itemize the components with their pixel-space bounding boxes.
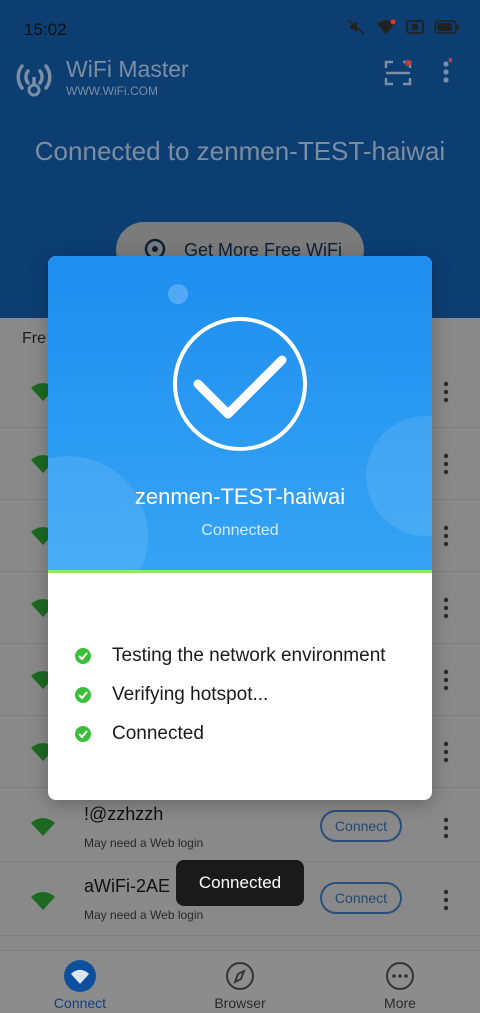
decor-bubble bbox=[366, 416, 432, 536]
media-icon bbox=[406, 19, 424, 40]
more-icon bbox=[386, 962, 414, 990]
wifi-master-logo-icon bbox=[16, 64, 52, 97]
overflow-menu-icon[interactable] bbox=[440, 58, 452, 86]
wifi-subtitle: May need a Web login bbox=[84, 908, 204, 922]
wifi-signal-icon bbox=[31, 892, 55, 910]
step-item: Connected bbox=[74, 714, 386, 753]
check-badge-icon bbox=[75, 686, 91, 703]
wifi-signal-icon bbox=[31, 818, 55, 836]
nav-connect-label: Connect bbox=[53, 995, 107, 1011]
connection-dialog: zenmen-TEST-haiwai Connected Testing the… bbox=[48, 256, 432, 800]
list-header: Fre bbox=[22, 330, 46, 347]
nav-more[interactable]: More bbox=[340, 951, 460, 1013]
dialog-ssid: zenmen-TEST-haiwai bbox=[134, 484, 346, 509]
nav-browser-label: Browser bbox=[214, 995, 266, 1011]
row-menu-icon[interactable] bbox=[440, 596, 452, 620]
connect-button[interactable]: Connect bbox=[320, 882, 402, 914]
toast-message: Connected bbox=[176, 860, 304, 906]
nav-connect[interactable]: Connect bbox=[20, 951, 140, 1013]
connection-steps: Testing the network environment Verifyin… bbox=[74, 636, 386, 753]
bottom-nav: Connect Browser More bbox=[0, 950, 480, 1013]
row-menu-icon[interactable] bbox=[440, 740, 452, 764]
list-item[interactable]: !@zzhzzh May need a Web login Connect bbox=[0, 790, 480, 862]
step-text: Testing the network environment bbox=[112, 644, 386, 666]
progress-line bbox=[48, 570, 432, 573]
checkmark-circle-icon bbox=[173, 317, 307, 451]
connected-title: Connected to zenmen-TEST-haiwai bbox=[34, 136, 446, 166]
app-name: WiFi Master bbox=[66, 56, 189, 82]
compass-icon bbox=[226, 962, 254, 990]
decor-bubble bbox=[168, 284, 188, 304]
row-menu-icon[interactable] bbox=[440, 452, 452, 476]
nav-browser[interactable]: Browser bbox=[180, 951, 300, 1013]
row-menu-icon[interactable] bbox=[440, 816, 452, 840]
dialog-header: zenmen-TEST-haiwai Connected bbox=[48, 256, 432, 572]
step-text: Verifying hotspot... bbox=[112, 683, 269, 705]
row-menu-icon[interactable] bbox=[440, 888, 452, 912]
decor-bubble bbox=[48, 456, 148, 572]
row-menu-icon[interactable] bbox=[440, 380, 452, 404]
wifi-subtitle: May need a Web login bbox=[84, 836, 204, 850]
step-text: Connected bbox=[112, 722, 204, 744]
nav-more-label: More bbox=[384, 995, 416, 1011]
row-menu-icon[interactable] bbox=[440, 524, 452, 548]
check-badge-icon bbox=[75, 725, 91, 742]
mute-icon bbox=[346, 18, 366, 41]
step-item: Verifying hotspot... bbox=[74, 675, 386, 714]
wifi-icon bbox=[64, 960, 96, 992]
connect-button[interactable]: Connect bbox=[320, 810, 402, 842]
app-url: WWW.WiFi.COM bbox=[66, 84, 158, 98]
dialog-state: Connected bbox=[201, 522, 279, 539]
row-menu-icon[interactable] bbox=[440, 668, 452, 692]
wifi-ssid: !@zzhzzh bbox=[84, 804, 164, 824]
step-item: Testing the network environment bbox=[74, 636, 386, 675]
wifi-ssid: aWiFi-2AE bbox=[84, 876, 171, 896]
brand: WiFi Master WWW.WiFi.COM bbox=[14, 56, 189, 98]
battery-icon bbox=[434, 20, 460, 39]
status-bar: 15:02 bbox=[0, 0, 480, 50]
wifi-status-icon bbox=[376, 19, 396, 40]
check-badge-icon bbox=[75, 647, 91, 664]
scan-icon[interactable] bbox=[384, 60, 412, 86]
status-time: 15:02 bbox=[24, 20, 67, 39]
status-icons bbox=[346, 18, 460, 41]
